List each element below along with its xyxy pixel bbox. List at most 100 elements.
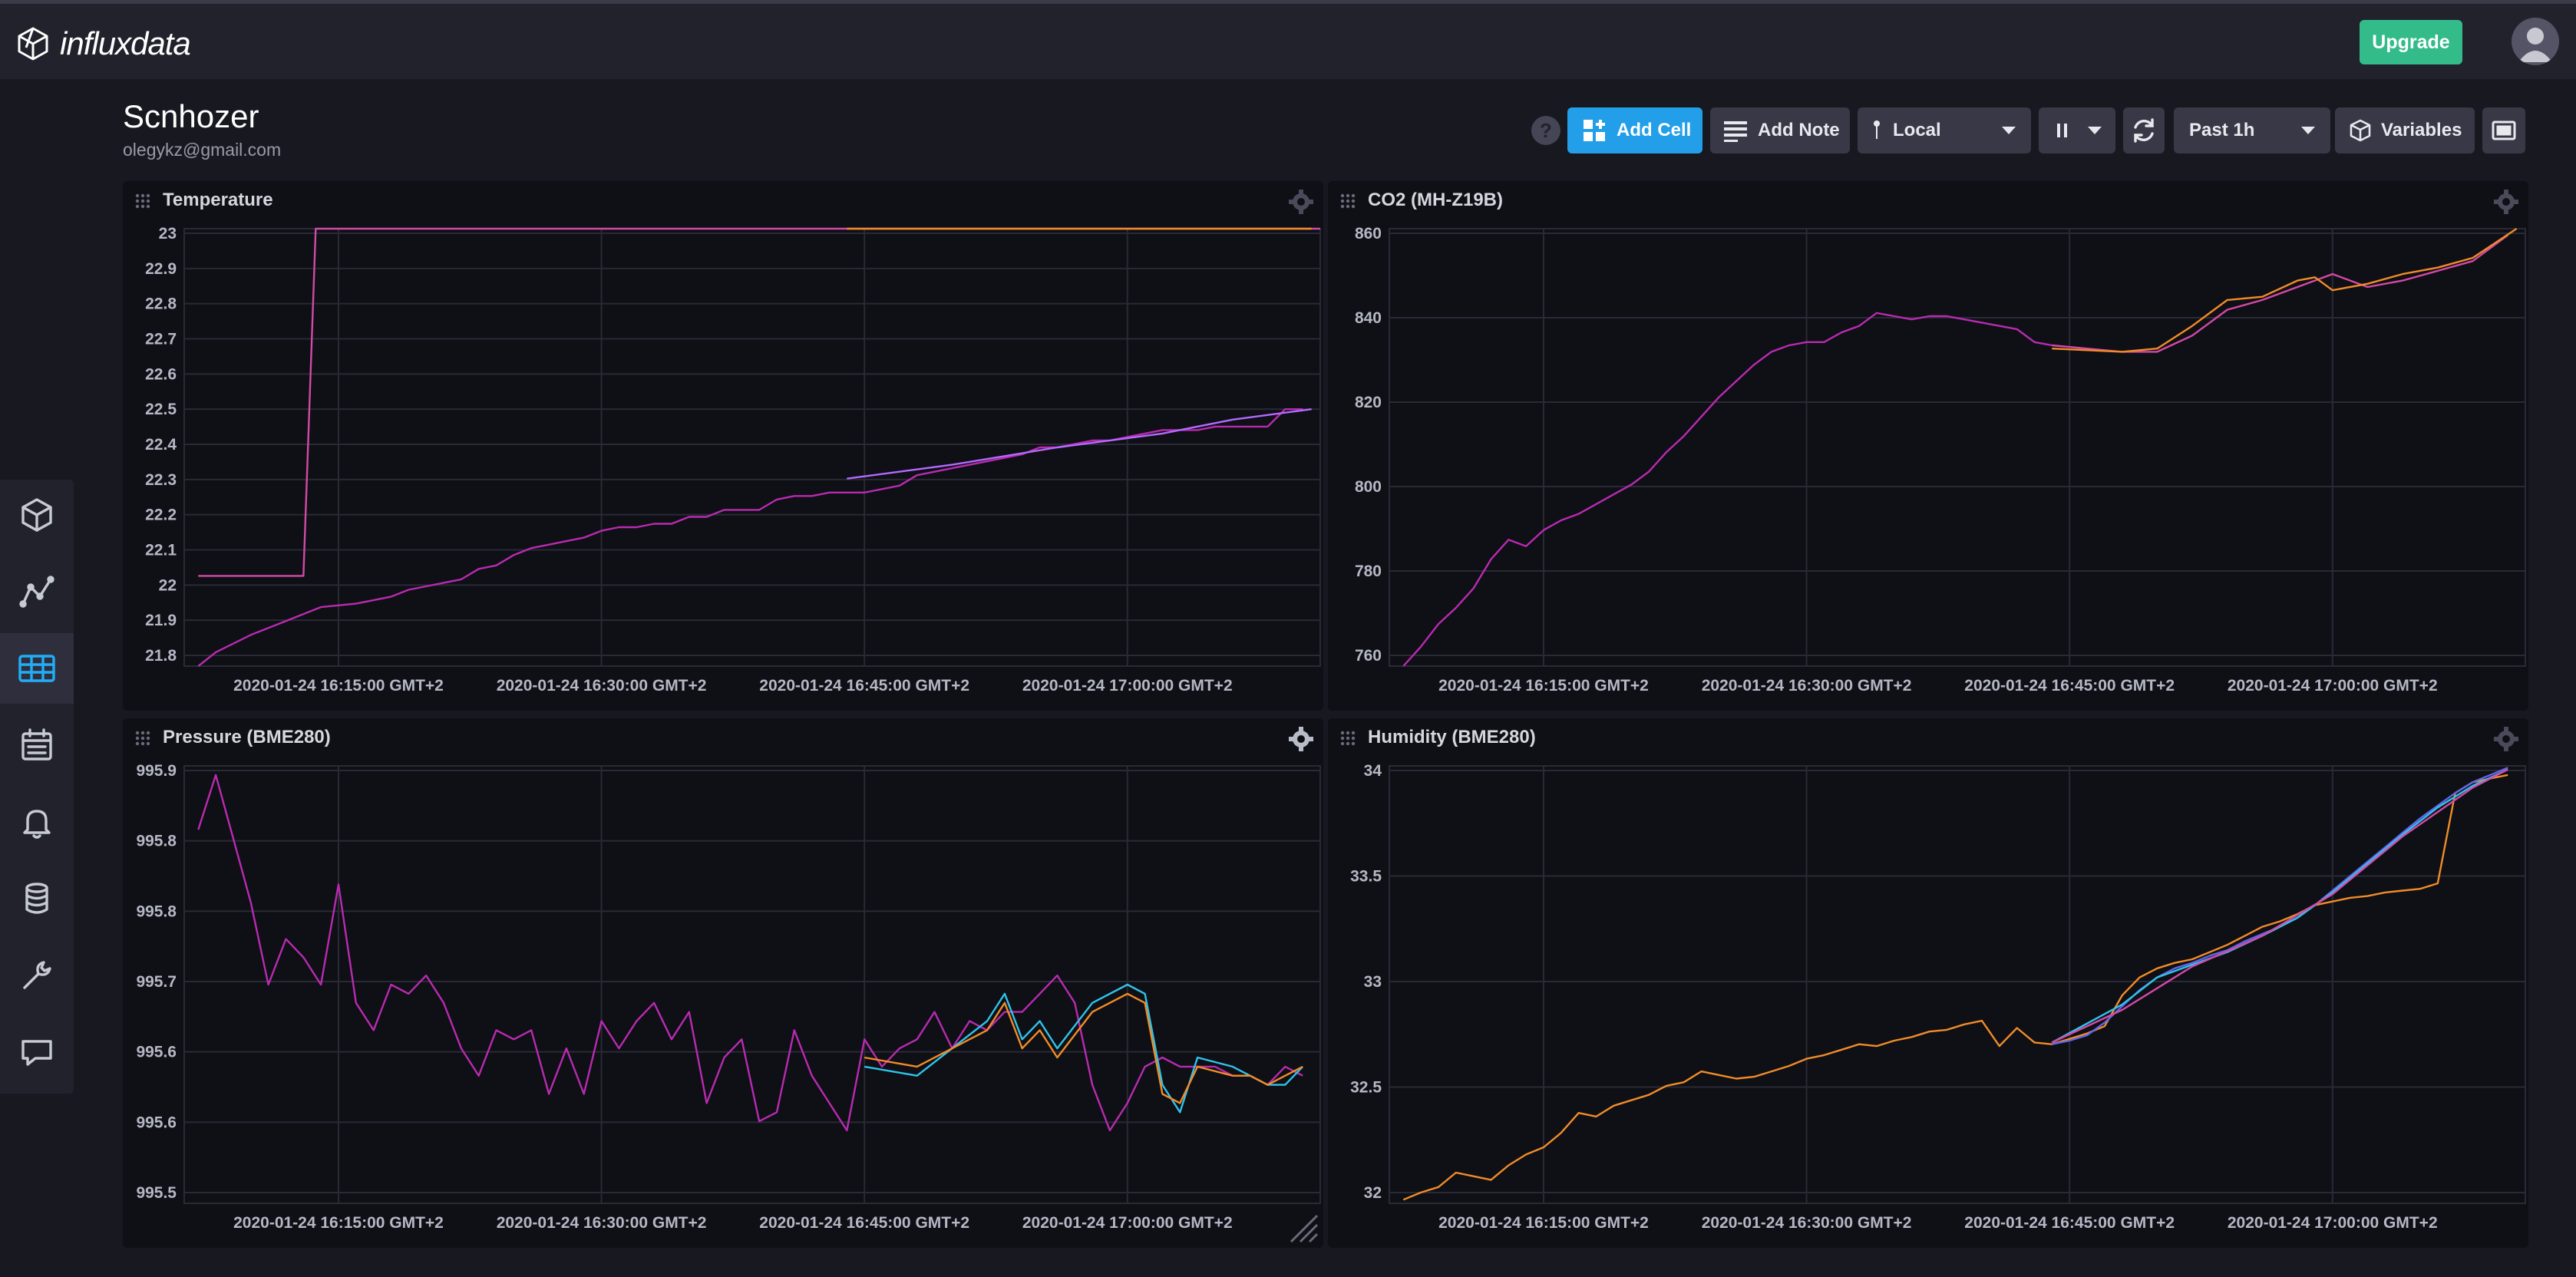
- y-tick-label: 22.4: [145, 436, 177, 454]
- y-tick-label: 33: [1364, 973, 1382, 991]
- timezone-dropdown[interactable]: Local: [1858, 107, 2031, 153]
- y-tick-label: 995.6: [136, 1044, 177, 1061]
- add-cell-label: Add Cell: [1617, 120, 1692, 140]
- y-tick-label: 21.9: [145, 612, 177, 629]
- calendar-icon: [21, 728, 52, 761]
- refresh-icon: [2134, 118, 2154, 143]
- y-tick-label: 32: [1364, 1184, 1382, 1202]
- series-line-0[interactable]: [1402, 774, 2508, 1201]
- cell-pressure[interactable]: Pressure (BME280) 995.5 995.6 995.6 995.7 99…: [123, 718, 1323, 1248]
- plot-area: [1389, 228, 2526, 667]
- nav-explore[interactable]: [0, 556, 74, 627]
- y-tick-label: 760: [1355, 647, 1382, 665]
- y-tick-label: 995.6: [136, 1114, 177, 1131]
- time-range-dropdown[interactable]: Past 1h: [2174, 107, 2330, 153]
- plot-area: [1389, 765, 2526, 1204]
- y-tick-label: 780: [1355, 563, 1382, 580]
- cube-icon: [21, 498, 52, 532]
- add-cell-button[interactable]: Add Cell: [1567, 107, 1702, 153]
- refresh-button[interactable]: [2123, 107, 2165, 153]
- bell-icon: [23, 810, 51, 839]
- pause-icon: [2057, 124, 2067, 137]
- y-tick-label: 820: [1355, 394, 1382, 411]
- cube-icon: [2350, 119, 2371, 142]
- y-tick-label: 995.8: [136, 833, 177, 850]
- series-line-3[interactable]: [2051, 768, 2508, 1044]
- pressure-chart: 995.5 995.6 995.6 995.7 995.8 995.8 995.9 2020-…: [136, 762, 1321, 1232]
- y-tick-label: 22.8: [145, 295, 177, 313]
- x-tick-label: 2020-01-24 17:00:00 GMT+2: [2228, 1214, 2438, 1232]
- chat-icon: [21, 1040, 52, 1066]
- database-icon: [25, 883, 48, 914]
- x-tick-label: 2020-01-24 17:00:00 GMT+2: [2228, 677, 2438, 695]
- series-line-2[interactable]: [2052, 228, 2518, 353]
- help-icon[interactable]: ?: [1531, 116, 1560, 145]
- nav-feedback[interactable]: [0, 1017, 74, 1087]
- y-tick-label: 23: [159, 225, 177, 243]
- nav-alerts[interactable]: [0, 787, 74, 857]
- series-line-1[interactable]: [198, 227, 1320, 577]
- plot-area: [183, 765, 1321, 1204]
- add-note-label: Add Note: [1758, 120, 1840, 140]
- autorefresh-dropdown[interactable]: [2039, 107, 2115, 153]
- resize-handle-icon[interactable]: [1286, 1211, 1320, 1245]
- chevron-down-icon: [2002, 127, 2016, 134]
- cell-co2[interactable]: CO2 (MH-Z19B) 760 780 800 820 840 860 2020-01-…: [1328, 181, 2528, 711]
- graph-icon: [19, 576, 54, 608]
- y-tick-label: 800: [1355, 478, 1382, 496]
- user-avatar-icon[interactable]: [2512, 18, 2559, 65]
- y-tick-label: 22.6: [145, 365, 177, 383]
- y-tick-label: 22.1: [145, 542, 177, 559]
- time-range-value: Past 1h: [2189, 120, 2255, 140]
- y-tick-label: 22.7: [145, 331, 177, 348]
- x-tick-label: 2020-01-24 16:45:00 GMT+2: [759, 677, 969, 695]
- top-bar: influxdata Upgrade: [0, 4, 2576, 79]
- x-tick-label: 2020-01-24 16:15:00 GMT+2: [1438, 677, 1649, 695]
- y-tick-label: 22.3: [145, 471, 177, 489]
- x-tick-label: 2020-01-24 16:30:00 GMT+2: [497, 1214, 707, 1232]
- x-tick-label: 2020-01-24 16:30:00 GMT+2: [1702, 677, 1912, 695]
- timezone-value: Local: [1893, 120, 1941, 140]
- series-line-1[interactable]: [2052, 234, 2508, 353]
- variables-button[interactable]: Variables: [2335, 107, 2475, 153]
- y-tick-label: 33.5: [1350, 868, 1382, 886]
- series-line-1[interactable]: [2052, 767, 2508, 1045]
- series-line-0[interactable]: [197, 408, 1303, 667]
- add-note-button[interactable]: Add Note: [1710, 107, 1850, 153]
- upgrade-button[interactable]: Upgrade: [2360, 20, 2462, 64]
- series-line-0[interactable]: [197, 774, 1303, 1132]
- y-tick-label: 22.9: [145, 260, 177, 278]
- dashboard-title[interactable]: Scnhozer: [123, 98, 259, 135]
- pin-icon: [1874, 120, 1880, 139]
- nav-dashboards[interactable]: [0, 633, 74, 704]
- logo[interactable]: influxdata: [15, 25, 191, 62]
- y-tick-label: 995.9: [136, 762, 177, 780]
- nav-settings[interactable]: [0, 940, 74, 1011]
- y-tick-label: 860: [1355, 225, 1382, 243]
- y-tick-label: 22: [159, 576, 177, 594]
- series-line-0[interactable]: [1402, 312, 2053, 667]
- cell-temperature[interactable]: Temperature 21.8 21.9 22 22.1 22.2 22.3 22.4 22…: [123, 181, 1323, 711]
- x-tick-label: 2020-01-24 16:15:00 GMT+2: [1438, 1214, 1649, 1232]
- x-tick-label: 2020-01-24 16:30:00 GMT+2: [497, 677, 707, 695]
- brand-name: influxdata: [60, 25, 191, 61]
- x-tick-label: 2020-01-24 17:00:00 GMT+2: [1022, 1214, 1233, 1232]
- x-tick-label: 2020-01-24 16:15:00 GMT+2: [233, 1214, 444, 1232]
- y-tick-label: 34: [1364, 762, 1382, 780]
- x-tick-label: 2020-01-24 16:30:00 GMT+2: [1702, 1214, 1912, 1232]
- x-tick-label: 2020-01-24 16:15:00 GMT+2: [233, 677, 444, 695]
- x-tick-label: 2020-01-24 16:45:00 GMT+2: [759, 1214, 969, 1232]
- nav-load-data[interactable]: [0, 863, 74, 934]
- humidity-chart: 32 32.5 33 33.5 34 2020-01-24 16:15:00 GMT+2 2…: [1350, 762, 2526, 1232]
- nav-data-explorer[interactable]: [0, 480, 74, 550]
- dashboards-icon: [18, 655, 55, 682]
- nav-tasks[interactable]: [0, 710, 74, 780]
- chevron-down-icon: [2088, 127, 2102, 134]
- presentation-mode-button[interactable]: [2482, 107, 2525, 153]
- y-tick-label: 995.5: [136, 1184, 177, 1202]
- y-tick-label: 21.8: [145, 647, 177, 665]
- fullscreen-icon: [2492, 120, 2516, 140]
- cell-humidity[interactable]: Humidity (BME280) 32 32.5 33 33.5 34 2020-01-…: [1328, 718, 2528, 1248]
- note-icon: [1724, 121, 1747, 142]
- temperature-chart: 21.8 21.9 22 22.1 22.2 22.3 22.4 22.5 22.6 22.7 22…: [145, 225, 1321, 695]
